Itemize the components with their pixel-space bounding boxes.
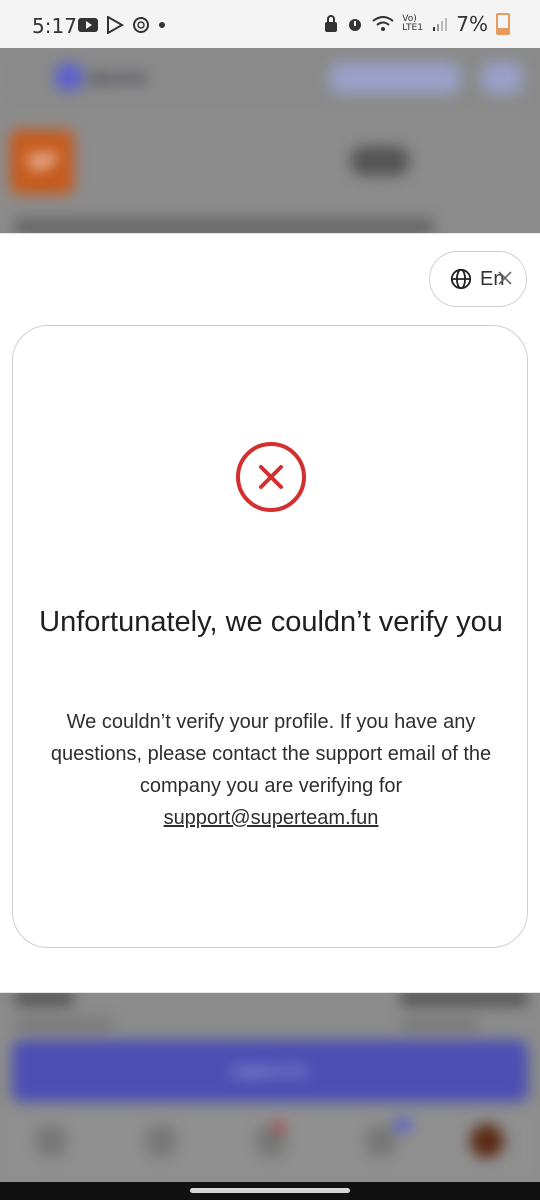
status-right: Vo) LTE1 7% [324,12,510,36]
background-item [400,990,528,1006]
battery-percent: 7% [456,12,488,36]
background-logo-icon [56,64,82,90]
navigation-gesture-area [0,1182,540,1200]
signal-icon [433,18,448,31]
background-header-pill-small [482,62,522,94]
background-thumbnail: SP [10,130,74,194]
more-dot-icon [159,22,165,28]
background-item [14,1018,114,1030]
notification-icons [78,16,166,34]
notification-badge [274,1122,284,1132]
home-icon [36,1126,66,1156]
wifi-icon [372,16,394,31]
lock-icon [325,15,338,32]
chatgpt-icon [133,17,149,33]
background-item [400,1018,480,1030]
alarm-icon [349,19,362,31]
support-email-link[interactable]: support@superteam.fun [164,807,379,829]
globe-icon [450,268,472,290]
network-label: Vo) LTE1 [402,14,423,33]
background-avatars [350,146,410,176]
avatar [470,1124,504,1158]
youtube-icon [78,18,98,32]
error-description: We couldn’t verify your profile. If you … [50,711,492,797]
error-title: Unfortunately, we couldn’t verify you [39,606,503,638]
status-bar: 5:17 Vo) LTE1 7% [0,0,540,48]
status-time: 5:17 [32,14,77,38]
background-logo-text: alsorm [88,68,148,88]
play-store-icon [107,16,124,34]
cart-icon [366,1126,396,1156]
support-email-row: support@superteam.fun [13,802,529,834]
verification-modal: En Unfortunately, we couldn’t verify you… [0,234,540,992]
language-selector-button[interactable]: En [429,251,527,307]
cart-badge [394,1118,412,1132]
battery-icon [496,13,510,35]
close-icon[interactable] [498,271,512,285]
background-header-pill [330,62,460,94]
error-x-circle-icon [236,442,306,512]
search-icon [146,1126,176,1156]
result-card: Unfortunately, we couldn’t verify you We… [12,325,528,948]
background-item [14,990,74,1006]
home-gesture-bar[interactable] [190,1188,350,1193]
background-submit-button: Submit KYC [12,1040,528,1102]
